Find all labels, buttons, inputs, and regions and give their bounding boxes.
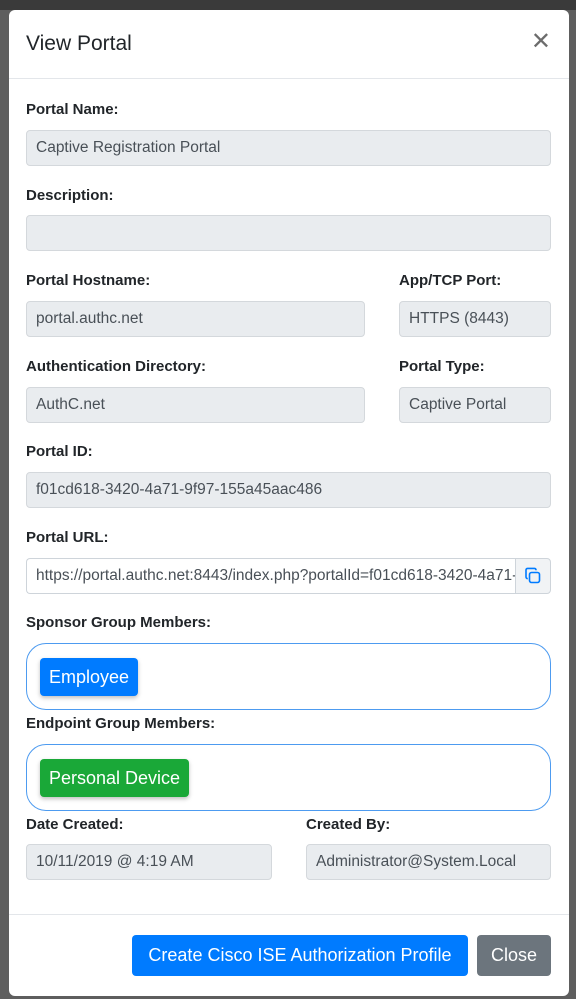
portal-type-field[interactable]: Captive Portal xyxy=(399,387,551,423)
modal-title: View Portal xyxy=(26,32,132,55)
auth-directory-label: Authentication Directory: xyxy=(26,358,207,375)
sponsor-groups-label: Sponsor Group Members: xyxy=(26,614,212,631)
view-portal-modal: View Portal ✕ Portal Name: Captive Regis… xyxy=(9,10,569,996)
date-created-label: Date Created: xyxy=(26,816,124,833)
endpoint-groups-tag-input[interactable]: Personal Device xyxy=(26,744,551,811)
close-button[interactable]: Close xyxy=(477,935,551,976)
copy-icon xyxy=(525,567,541,584)
endpoint-groups-label: Endpoint Group Members: xyxy=(26,715,216,732)
backdrop xyxy=(0,0,576,10)
copy-url-button[interactable] xyxy=(515,558,551,594)
description-label: Description: xyxy=(26,187,114,204)
portal-name-label: Portal Name: xyxy=(26,101,119,118)
app-tcp-port-field[interactable]: HTTPS (8443) xyxy=(399,301,551,337)
create-authorization-profile-button[interactable]: Create Cisco ISE Authorization Profile xyxy=(132,935,468,976)
portal-type-label: Portal Type: xyxy=(399,358,485,375)
portal-hostname-label: Portal Hostname: xyxy=(26,272,151,289)
close-icon[interactable]: ✕ xyxy=(531,30,551,54)
date-created-field[interactable]: 10/11/2019 @ 4:19 AM xyxy=(26,844,272,880)
tag-employee[interactable]: Employee xyxy=(40,658,139,696)
portal-url-field[interactable]: https://portal.authc.net:8443/index.php?… xyxy=(26,558,515,594)
tag-personal-device[interactable]: Personal Device xyxy=(40,759,190,797)
modal-footer: Create Cisco ISE Authorization Profile C… xyxy=(9,914,569,996)
created-by-field[interactable]: Administrator@System.Local xyxy=(306,844,551,880)
auth-directory-field[interactable]: AuthC.net xyxy=(26,387,365,423)
portal-url-label: Portal URL: xyxy=(26,529,109,546)
portal-id-field[interactable]: f01cd618-3420-4a71-9f97-155a45aac486 xyxy=(26,472,551,508)
portal-name-field[interactable]: Captive Registration Portal xyxy=(26,130,551,166)
sponsor-groups-tag-input[interactable]: Employee xyxy=(26,643,551,710)
description-field[interactable] xyxy=(26,215,551,251)
created-by-label: Created By: xyxy=(306,816,391,833)
portal-hostname-field[interactable]: portal.authc.net xyxy=(26,301,365,337)
portal-id-label: Portal ID: xyxy=(26,443,93,460)
app-tcp-port-label: App/TCP Port: xyxy=(399,272,502,289)
modal-header: View Portal ✕ xyxy=(9,10,569,79)
